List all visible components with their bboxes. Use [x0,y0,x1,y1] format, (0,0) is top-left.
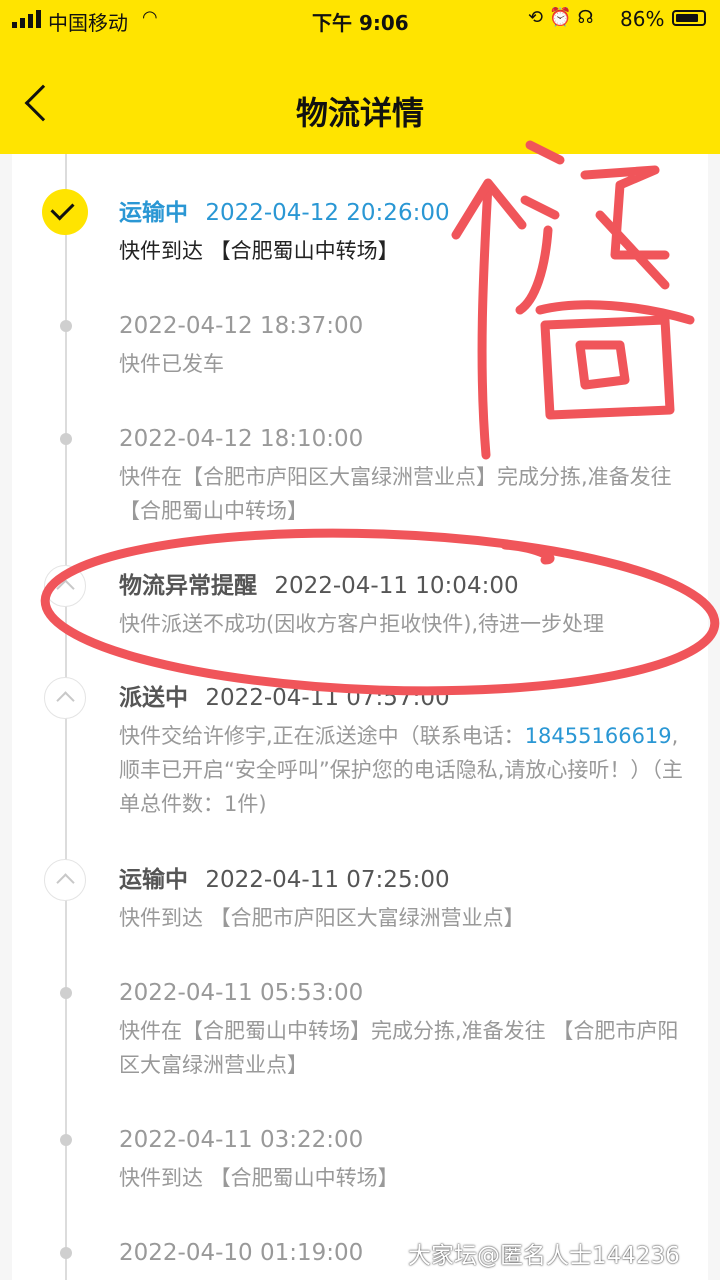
entry-time: 2022-04-12 20:26:00 [205,200,450,226]
carrier-name: 中国移动 [48,11,128,35]
wifi-icon: ◠ [142,7,158,28]
battery-icon [672,10,706,26]
entry-time: 2022-04-11 07:57:00 [205,685,450,711]
entry-time: 2022-04-12 18:37:00 [119,313,364,339]
entry-status: 物流异常提醒 [119,573,257,599]
timeline-dot [60,433,72,445]
entry-desc-before: 快件交给许修宇,正在派送途中（联系电话： [119,724,525,748]
logistics-timeline: ······ 运输中 2022-04-12 20:26:00 快件到达 【合肥蜀… [12,154,708,1280]
timeline-entry: 运输中 2022-04-12 20:26:00 快件到达 【合肥蜀山中转场】 [119,198,694,268]
timeline-entry: 2022-04-11 03:22:00 快件到达 【合肥蜀山中转场】 [119,1125,694,1195]
entry-status: 运输中 [119,200,188,226]
clock: 下午 9:06 [312,11,409,35]
nav-bar: 物流详情 [0,40,720,154]
chevron-up-icon[interactable] [44,565,86,607]
entry-time: 2022-04-11 10:04:00 [274,573,519,599]
entry-desc: 快件到达 【合肥市庐阳区大富绿洲营业点】 [119,906,525,930]
system-icons: ⟲⏰☊ [528,7,600,28]
battery-percent: 86% [620,7,665,31]
entry-status: 运输中 [119,867,188,893]
timeline-entry: 物流异常提醒 2022-04-11 10:04:00 快件派送不成功(因收方客户… [119,571,694,641]
chevron-up-icon[interactable] [44,859,86,901]
timeline-dot [60,987,72,999]
partial-previous-entry: ······ [119,154,161,161]
phone-link[interactable]: 18455166619 [525,724,672,748]
check-icon [42,189,88,235]
entry-desc: 快件在【合肥市庐阳区大富绿洲营业点】完成分拣,准备发往 【合肥蜀山中转场】 [119,465,672,523]
entry-time: 2022-04-12 18:10:00 [119,426,364,452]
entry-desc: 快件到达 【合肥蜀山中转场】 [119,1166,399,1190]
timeline-entry: 2022-04-12 18:37:00 快件已发车 [119,311,694,381]
entry-status: 派送中 [119,685,188,711]
entry-desc: 快件派送不成功(因收方客户拒收快件),待进一步处理 [119,612,605,636]
entry-desc: 快件到达 【合肥蜀山中转场】 [119,239,399,263]
timeline-entry: 2022-04-12 18:10:00 快件在【合肥市庐阳区大富绿洲营业点】完成… [119,424,694,528]
entry-time: 2022-04-11 05:53:00 [119,980,364,1006]
timeline-entry: 派送中 2022-04-11 07:57:00 快件交给许修宇,正在派送途中（联… [119,683,694,821]
page-title: 物流详情 [295,94,424,132]
timeline-dot [60,320,72,332]
entry-desc: 快件交给许修宇,正在派送途中（联系电话：18455166619,顺丰已开启“安全… [119,719,694,821]
watermark: 大家坛@匿名人士144236 [408,1243,680,1269]
chevron-up-icon[interactable] [44,677,86,719]
timeline-dot [60,1247,72,1259]
timeline-entry: 2022-04-11 05:53:00 快件在【合肥蜀山中转场】完成分拣,准备发… [119,978,694,1082]
entry-desc: 快件已发车 [119,352,224,376]
signal-icon [12,10,42,28]
timeline-dot [60,1134,72,1146]
status-bar: 中国移动 ◠ 下午 9:06 ⟲⏰☊ 86% [0,0,720,40]
entry-desc: 快件在【合肥蜀山中转场】完成分拣,准备发往 【合肥市庐阳区大富绿洲营业点】 [119,1019,679,1077]
entry-time: 2022-04-11 03:22:00 [119,1127,364,1153]
entry-time: 2022-04-11 07:25:00 [205,867,450,893]
timeline-entry: 运输中 2022-04-11 07:25:00 快件到达 【合肥市庐阳区大富绿洲… [119,865,694,935]
